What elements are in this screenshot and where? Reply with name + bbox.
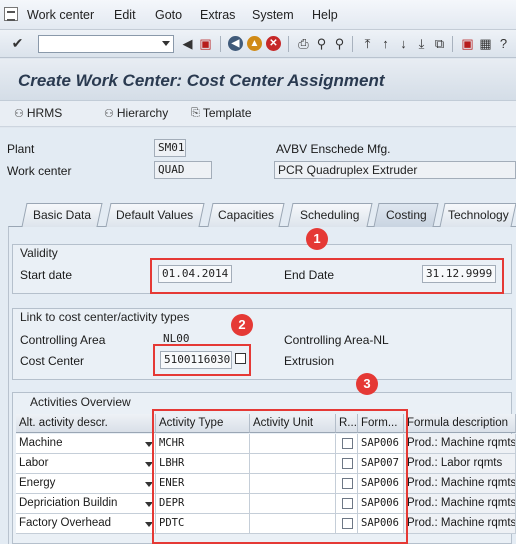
column-header-descr[interactable]: Alt. activity descr. — [16, 414, 156, 433]
cell-formula-description-text: Prod.: Machine rqmts — [407, 517, 516, 529]
cell-formula-description-text: Prod.: Labor rqmts — [407, 457, 503, 469]
tab-technology-label: Technology — [447, 208, 509, 222]
hrms-button[interactable]: ⚇ HRMS — [14, 106, 62, 120]
annotation-box-cost-center — [153, 344, 251, 376]
template-button[interactable]: ⎘ Template — [191, 106, 252, 120]
annotation-badge-3: 3 — [356, 373, 378, 395]
menu-goto[interactable]: Goto — [155, 8, 182, 22]
cell-descr-text: Machine — [19, 437, 63, 449]
page-title: Create Work Center: Cost Center Assignme… — [18, 71, 385, 90]
people-icon: ⚇ — [14, 107, 24, 120]
cell-formula-description[interactable]: Prod.: Machine rqmts — [404, 494, 516, 514]
application-toolbar: ⚇ HRMS ⚇ Hierarchy ⎘ Template — [0, 101, 516, 127]
chevron-down-icon[interactable] — [162, 41, 170, 46]
back-arrow-icon[interactable]: ◀ — [180, 36, 195, 51]
tab-default-values-label: Default Values — [116, 208, 194, 222]
start-date-label: Start date — [20, 268, 73, 282]
cell-descr[interactable]: Factory Overhead — [16, 514, 156, 534]
cell-formula-description-text: Prod.: Machine rqmts — [407, 437, 516, 449]
controlling-area-description: Controlling Area-NL — [284, 333, 389, 347]
tab-capacities-label: Capacities — [217, 208, 275, 222]
cell-formula-description-text: Prod.: Machine rqmts — [407, 477, 516, 489]
cell-descr[interactable]: Machine — [16, 434, 156, 454]
validity-title: Validity — [20, 246, 58, 260]
last-page-icon[interactable]: ⤓ — [414, 36, 429, 51]
print-icon[interactable]: ⎙ — [296, 36, 311, 51]
back-icon[interactable]: ◀ — [228, 36, 243, 51]
save-icon[interactable]: ▣ — [198, 36, 213, 51]
cost-center-description: Extrusion — [284, 354, 335, 368]
hrms-label: HRMS — [26, 106, 63, 120]
cell-formula-description[interactable]: Prod.: Labor rqmts — [404, 454, 516, 474]
exit-icon[interactable]: ▲ — [247, 36, 262, 51]
menu-bar: Work center Edit Goto Extras System Help — [0, 0, 516, 30]
cell-formula-description[interactable]: Prod.: Machine rqmts — [404, 514, 516, 534]
plant-field[interactable]: SM01 — [154, 139, 186, 157]
enter-icon[interactable]: ✔ — [10, 36, 25, 51]
annotation-badge-1: 1 — [306, 228, 328, 250]
column-header-formula-description[interactable]: Formula description — [404, 414, 516, 433]
toolbar-separator — [352, 36, 353, 52]
tab-default-values[interactable]: Default Values — [105, 203, 205, 227]
tab-scheduling[interactable]: Scheduling — [287, 203, 373, 227]
system-menu-icon[interactable] — [4, 7, 18, 21]
cell-descr[interactable]: Depriciation Buildin — [16, 494, 156, 514]
hierarchy-label: Hierarchy — [116, 106, 169, 120]
link-title: Link to cost center/activity types — [20, 310, 190, 324]
activities-title: Activities Overview — [30, 395, 131, 409]
first-page-icon[interactable]: ⤒ — [360, 36, 375, 51]
cell-formula-description[interactable]: Prod.: Machine rqmts — [404, 434, 516, 454]
plant-label: Plant — [7, 142, 35, 156]
cell-descr-text: Energy — [19, 477, 56, 489]
tab-technology[interactable]: Technology — [439, 203, 516, 227]
find-next-icon[interactable]: ⚲ — [332, 36, 347, 51]
tab-costing-label: Costing — [385, 208, 427, 222]
cell-descr[interactable]: Labor — [16, 454, 156, 474]
standard-toolbar: ✔ ◀ ▣ ◀ ▲ ✕ ⎙ ⚲ ⚲ ⤒ ↑ ↓ ⤓ ⧉ ▣ ▦ ? — [0, 30, 516, 58]
previous-page-icon[interactable]: ↑ — [378, 36, 393, 51]
tab-strip: Basic Data Default Values Capacities Sch… — [10, 203, 516, 227]
tab-basic-data-label: Basic Data — [32, 208, 92, 222]
menu-system[interactable]: System — [252, 8, 294, 22]
layout-icon[interactable]: ▦ — [478, 36, 493, 51]
annotation-badge-2: 2 — [231, 314, 253, 336]
work-center-field[interactable]: QUAD — [154, 161, 212, 179]
tab-capacities[interactable]: Capacities — [207, 203, 285, 227]
cell-descr-text: Factory Overhead — [19, 517, 112, 529]
hierarchy-icon: ⚇ — [104, 107, 114, 120]
toolbar-separator — [220, 36, 221, 52]
title-bar: Create Work Center: Cost Center Assignme… — [0, 59, 516, 101]
help-icon[interactable]: ? — [496, 36, 511, 51]
menu-extras[interactable]: Extras — [200, 8, 235, 22]
template-icon: ⎘ — [191, 106, 200, 119]
toolbar-separator — [288, 36, 289, 52]
command-field[interactable] — [38, 35, 174, 53]
cell-formula-description[interactable]: Prod.: Machine rqmts — [404, 474, 516, 494]
next-page-icon[interactable]: ↓ — [396, 36, 411, 51]
work-center-description-field[interactable]: PCR Quadruplex Extruder — [274, 161, 516, 179]
annotation-box-activities — [152, 409, 408, 544]
shortcut-icon[interactable]: ⧉ — [432, 36, 447, 51]
find-icon[interactable]: ⚲ — [314, 36, 329, 51]
menu-edit[interactable]: Edit — [114, 8, 136, 22]
cancel-icon[interactable]: ✕ — [266, 36, 281, 51]
cell-descr-text: Depriciation Buildin — [19, 497, 118, 509]
new-session-icon[interactable]: ▣ — [460, 36, 475, 51]
menu-help[interactable]: Help — [312, 8, 338, 22]
work-center-label: Work center — [7, 164, 72, 178]
template-label: Template — [202, 106, 252, 120]
tab-scheduling-label: Scheduling — [300, 208, 360, 222]
menu-work-center[interactable]: Work center — [27, 8, 94, 22]
tab-costing[interactable]: Costing — [373, 203, 439, 227]
cell-descr-text: Labor — [19, 457, 49, 469]
hierarchy-button[interactable]: ⚇ Hierarchy — [104, 106, 168, 120]
toolbar-separator — [452, 36, 453, 52]
cell-formula-description-text: Prod.: Machine rqmts — [407, 497, 516, 509]
cell-descr[interactable]: Energy — [16, 474, 156, 494]
controlling-area-label: Controlling Area — [20, 333, 106, 347]
plant-description: AVBV Enschede Mfg. — [276, 142, 391, 156]
cost-center-label: Cost Center — [20, 354, 85, 368]
annotation-box-validity — [150, 258, 504, 294]
tab-basic-data[interactable]: Basic Data — [21, 203, 103, 227]
